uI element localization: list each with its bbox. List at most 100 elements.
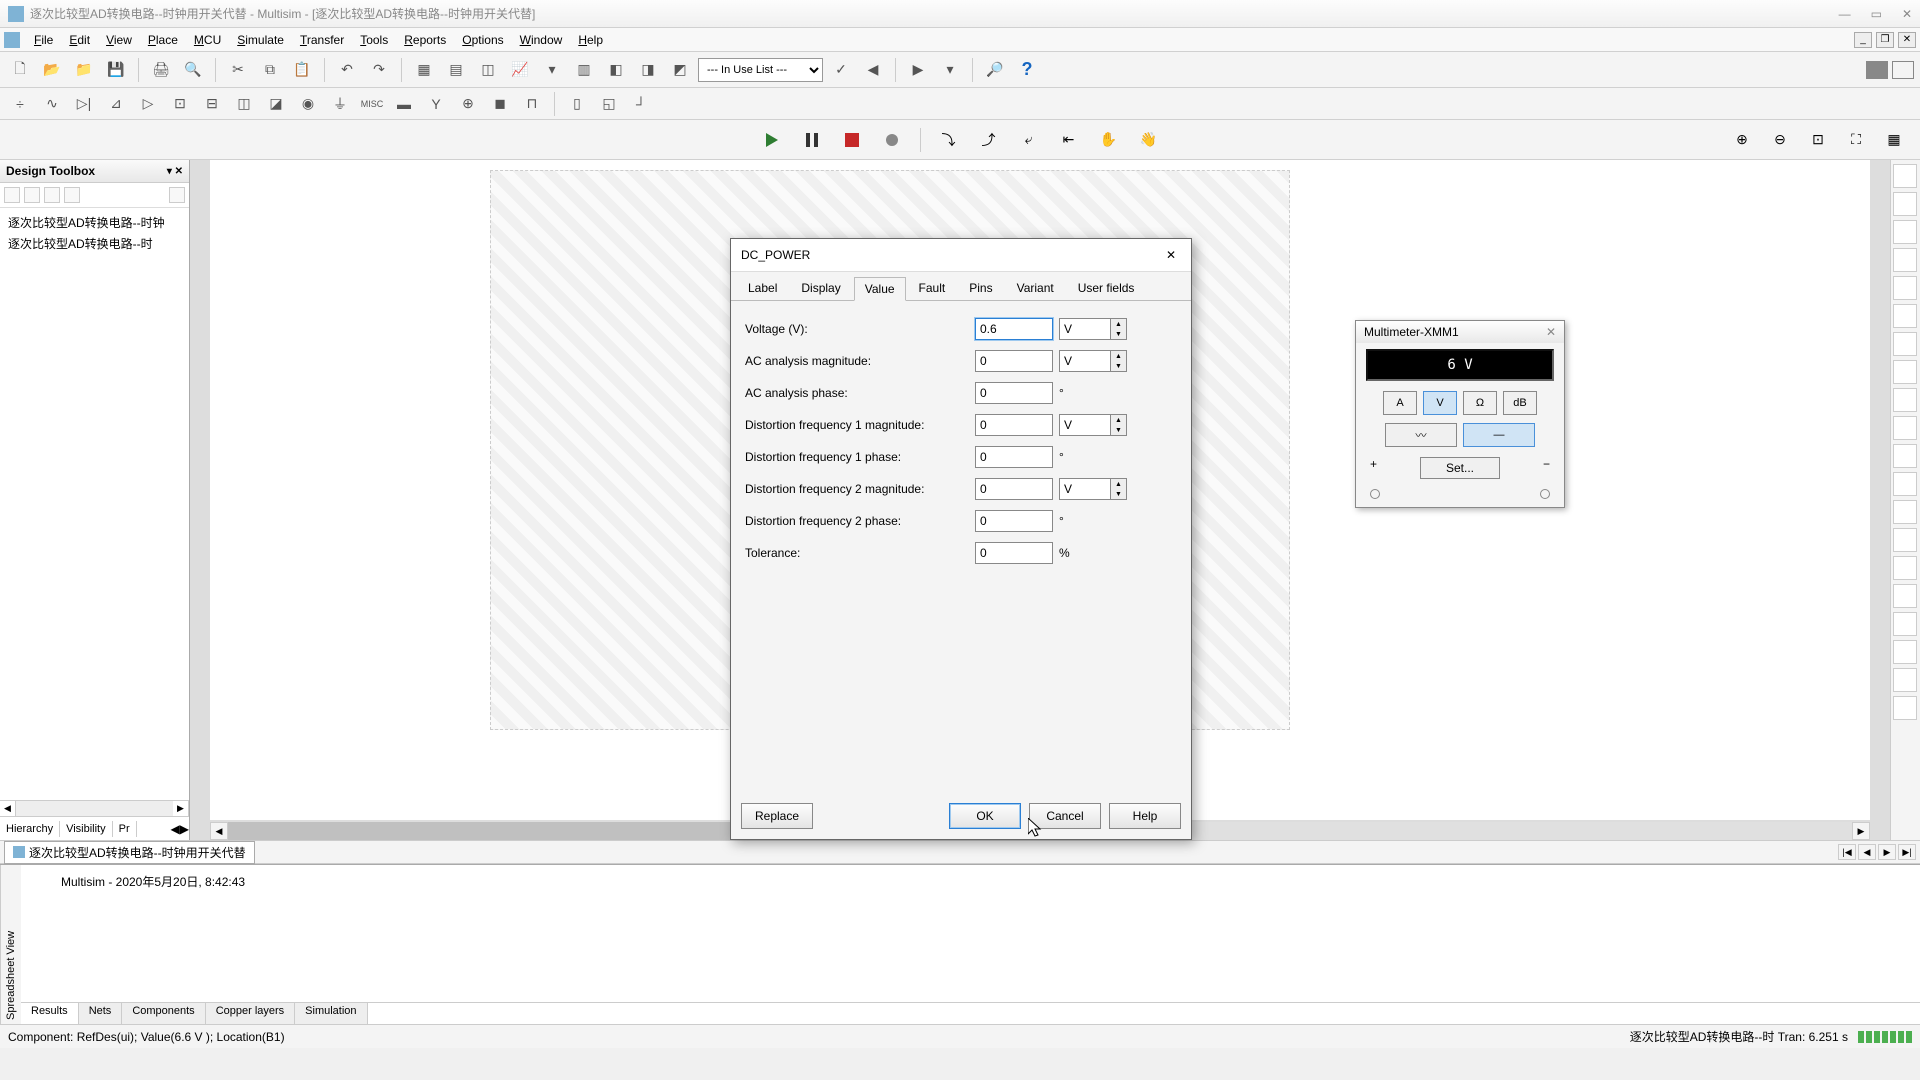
unit-select[interactable]: V: [1059, 350, 1111, 372]
step-over-button[interactable]: ⤴: [973, 124, 1005, 156]
spin-down-icon[interactable]: ▼: [1111, 329, 1126, 339]
menu-file[interactable]: File: [26, 31, 61, 49]
fullscreen-button[interactable]: ▦: [1878, 124, 1910, 156]
design-tree-item[interactable]: 逐次比较型AD转换电路--时: [4, 233, 185, 254]
zoom-in-button[interactable]: ⊕: [1726, 124, 1758, 156]
print-preview-button[interactable]: 🔍: [179, 56, 207, 84]
cut-button[interactable]: ✂: [224, 56, 252, 84]
bode-plotter-icon[interactable]: [1893, 304, 1917, 328]
menu-reports[interactable]: Reports: [396, 31, 454, 49]
place-transistor-button[interactable]: ⊿: [102, 90, 130, 118]
menu-view[interactable]: View: [98, 31, 140, 49]
tab-nets[interactable]: Nets: [79, 1003, 123, 1024]
tab-copper-layers[interactable]: Copper layers: [206, 1003, 295, 1024]
terminal-plus[interactable]: [1370, 489, 1380, 499]
tab-results[interactable]: Results: [21, 1003, 79, 1024]
tab-simulation[interactable]: Simulation: [295, 1003, 367, 1024]
save-button[interactable]: 💾: [102, 56, 130, 84]
unit-select[interactable]: V: [1059, 478, 1111, 500]
property-value-input[interactable]: [975, 382, 1053, 404]
spin-down-icon[interactable]: ▼: [1111, 489, 1126, 499]
pan-button[interactable]: ✋: [1093, 124, 1125, 156]
multimeter-window[interactable]: Multimeter-XMM1 ✕ 6 V A V Ω dB 〰 — + Set…: [1355, 320, 1565, 508]
property-value-input[interactable]: [975, 350, 1053, 372]
postprocessor-button[interactable]: ▥: [570, 56, 598, 84]
place-diode-button[interactable]: ▷|: [70, 90, 98, 118]
scroll-right-icon[interactable]: ▶: [1852, 822, 1870, 840]
doc-tab-first-icon[interactable]: |◀: [1838, 844, 1856, 860]
toolbox-pin-icon[interactable]: ▾ ✕: [167, 166, 183, 177]
forward-annotate-button[interactable]: ▶: [904, 56, 932, 84]
place-ttl-button[interactable]: ⊡: [166, 90, 194, 118]
toolbox-open-icon[interactable]: [24, 187, 40, 203]
property-value-input[interactable]: [975, 446, 1053, 468]
help-button[interactable]: ?: [1013, 56, 1041, 84]
copy-button[interactable]: ⧉: [256, 56, 284, 84]
doc-tab-next-icon[interactable]: ▶: [1878, 844, 1896, 860]
mdi-restore-button[interactable]: ❐: [1876, 32, 1894, 48]
record-button[interactable]: [876, 124, 908, 156]
property-value-input[interactable]: [975, 478, 1053, 500]
frequency-counter-icon[interactable]: [1893, 332, 1917, 356]
distortion-analyzer-icon[interactable]: [1893, 472, 1917, 496]
mode-ac-button[interactable]: 〰: [1385, 423, 1457, 447]
four-channel-scope-icon[interactable]: [1893, 276, 1917, 300]
place-misc-button[interactable]: MISC: [358, 90, 386, 118]
forward-drop-button[interactable]: ▾: [936, 56, 964, 84]
mode-volts-button[interactable]: V: [1423, 391, 1457, 415]
grab-button[interactable]: 👋: [1133, 124, 1165, 156]
print-button[interactable]: 🖨: [147, 56, 175, 84]
menu-place[interactable]: Place: [140, 31, 186, 49]
spin-up-icon[interactable]: ▲: [1111, 415, 1126, 425]
place-electromech-button[interactable]: ⊕: [454, 90, 482, 118]
tab-components[interactable]: Components: [122, 1003, 205, 1024]
zoom-area-button[interactable]: ⊡: [1802, 124, 1834, 156]
minimize-button[interactable]: —: [1839, 7, 1851, 21]
place-mcu-button[interactable]: ▯: [563, 90, 591, 118]
place-power-button[interactable]: ⏚: [326, 90, 354, 118]
property-value-input[interactable]: [975, 542, 1053, 564]
mdi-minimize-button[interactable]: _: [1854, 32, 1872, 48]
oscilloscope-icon[interactable]: [1893, 248, 1917, 272]
open-button[interactable]: 📂: [38, 56, 66, 84]
tab-pins[interactable]: Pins: [958, 276, 1003, 300]
grapher-drop-button[interactable]: ▾: [538, 56, 566, 84]
tab-value[interactable]: Value: [854, 277, 906, 301]
find-button[interactable]: 🔎: [981, 56, 1009, 84]
new-button[interactable]: 🗋: [6, 56, 34, 84]
capture-button[interactable]: ◩: [666, 56, 694, 84]
logic-analyzer-icon[interactable]: [1893, 388, 1917, 412]
redo-button[interactable]: ↷: [365, 56, 393, 84]
pause-button[interactable]: [796, 124, 828, 156]
database-button[interactable]: ◫: [474, 56, 502, 84]
toolbox-hscroll[interactable]: ◀ ▶: [0, 800, 189, 816]
menu-transfer[interactable]: Transfer: [292, 31, 352, 49]
spin-up-icon[interactable]: ▲: [1111, 479, 1126, 489]
undo-button[interactable]: ↶: [333, 56, 361, 84]
zoom-fit-button[interactable]: ⛶: [1840, 124, 1872, 156]
grapher-button[interactable]: 📈: [506, 56, 534, 84]
logic-converter-icon[interactable]: [1893, 416, 1917, 440]
paste-button[interactable]: 📋: [288, 56, 316, 84]
tab-scroll-left-icon[interactable]: ◀: [171, 822, 180, 836]
menu-simulate[interactable]: Simulate: [229, 31, 292, 49]
mode-ohms-button[interactable]: Ω: [1463, 391, 1497, 415]
wattmeter-icon[interactable]: [1893, 220, 1917, 244]
tektronix-scope-icon[interactable]: [1893, 640, 1917, 664]
place-ni-button[interactable]: ◼: [486, 90, 514, 118]
tab-scroll-right-icon[interactable]: ▶: [180, 822, 189, 836]
multimeter-close-icon[interactable]: ✕: [1546, 325, 1556, 339]
cancel-button[interactable]: Cancel: [1029, 803, 1101, 829]
terminal-minus[interactable]: [1540, 489, 1550, 499]
zoom-out-button[interactable]: ⊖: [1764, 124, 1796, 156]
sim-switch-off[interactable]: [1892, 61, 1914, 79]
tab-variant[interactable]: Variant: [1006, 276, 1065, 300]
mdi-close-button[interactable]: ✕: [1898, 32, 1916, 48]
menu-tools[interactable]: Tools: [352, 31, 396, 49]
place-source-button[interactable]: ÷: [6, 90, 34, 118]
place-mixed-button[interactable]: ◪: [262, 90, 290, 118]
design-tree-item[interactable]: 逐次比较型AD转换电路--时钟: [4, 212, 185, 233]
component-wizard-button[interactable]: ◧: [602, 56, 630, 84]
tab-project[interactable]: Pr: [113, 821, 137, 837]
toolbox-refresh-icon[interactable]: [64, 187, 80, 203]
